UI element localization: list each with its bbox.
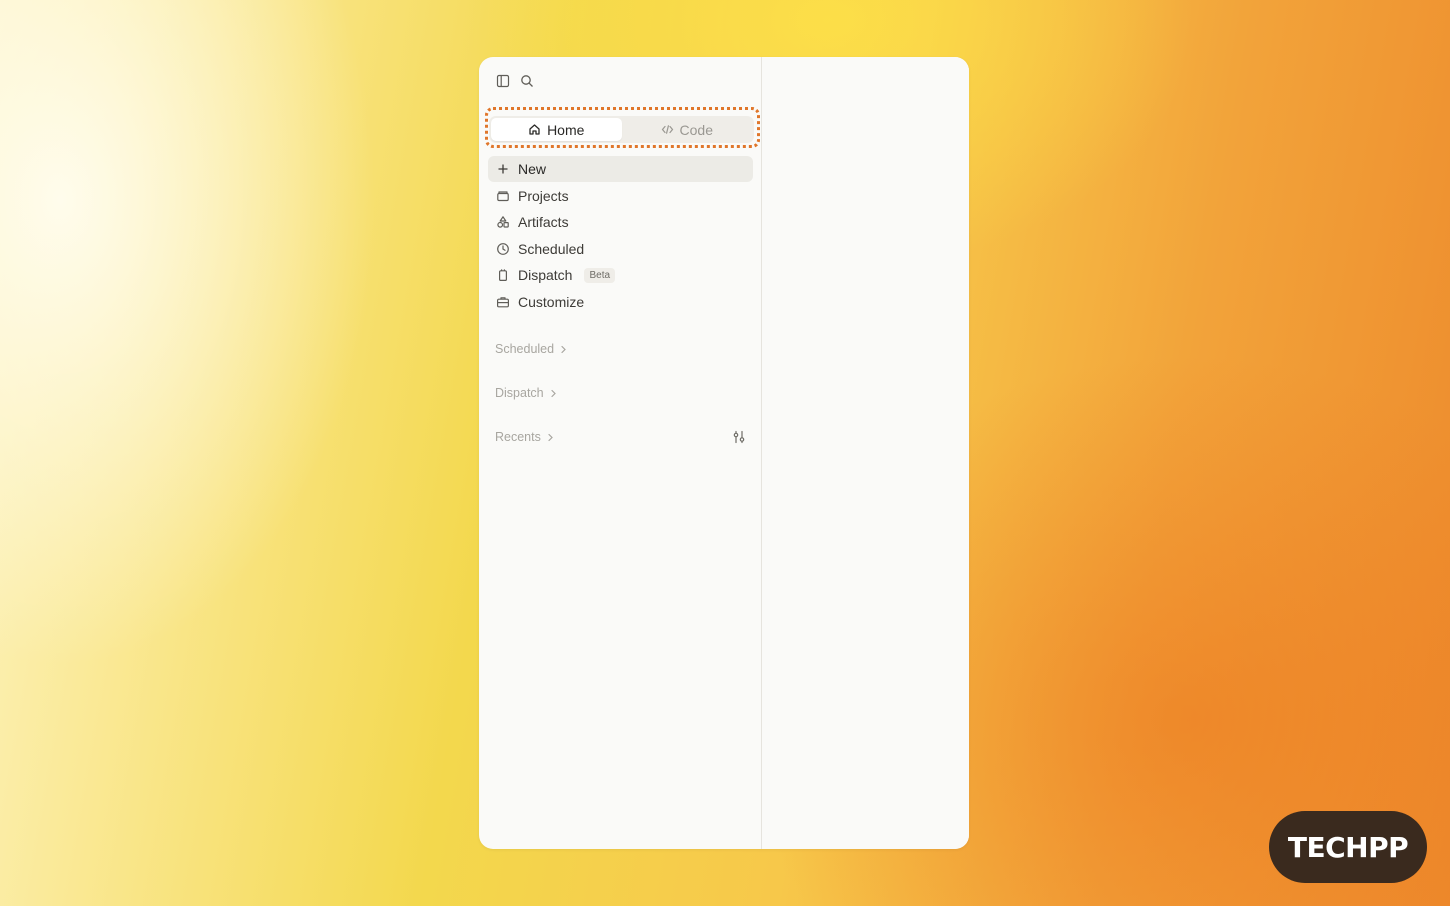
folder-icon	[497, 190, 509, 201]
sidebar-item-label: Dispatch	[518, 267, 573, 284]
tab-home-label: Home	[547, 121, 585, 138]
tab-code-label: Code	[679, 121, 713, 138]
techpp-watermark: TECHPP	[1269, 811, 1427, 883]
sidebar-toolbar	[495, 73, 535, 89]
tab-code[interactable]: Code	[622, 118, 753, 141]
section-scheduled-label: Scheduled	[495, 342, 555, 356]
filter-icon[interactable]	[731, 429, 747, 445]
beta-badge: Beta	[584, 267, 616, 283]
section-dispatch-label: Dispatch	[495, 386, 544, 400]
watermark-text: TECHPP	[1287, 830, 1409, 864]
sidebar: Home Code New Projects Artifacts Schedul…	[479, 57, 762, 849]
sidebar-item-label: Artifacts	[518, 214, 569, 231]
briefcase-icon	[497, 297, 510, 308]
shapes-icon	[497, 216, 509, 228]
app-window: Home Code New Projects Artifacts Schedul…	[479, 57, 969, 849]
sidebar-item-label: New	[518, 161, 547, 177]
plus-icon	[498, 164, 508, 174]
sidebar-item-label: Scheduled	[518, 240, 585, 257]
code-icon	[661, 125, 673, 134]
section-scheduled[interactable]: Scheduled	[495, 340, 747, 358]
main-pane	[763, 57, 969, 849]
sidebar-item-label: Projects	[518, 187, 569, 204]
section-recents[interactable]: Recents	[495, 428, 747, 446]
phone-icon	[498, 269, 508, 282]
section-recents-label: Recents	[495, 430, 541, 444]
sidebar-item-label: Customize	[518, 293, 585, 310]
clock-icon	[497, 242, 509, 255]
search-icon[interactable]	[519, 73, 535, 89]
chevron-right-icon	[549, 389, 558, 398]
sidebar-item-artifacts[interactable]: Artifacts	[488, 209, 753, 235]
tab-home[interactable]: Home	[491, 118, 622, 141]
sidebar-item-scheduled[interactable]: Scheduled	[488, 236, 753, 262]
sidebar-item-new[interactable]: New	[488, 156, 753, 182]
sidebar-panel-icon[interactable]	[495, 73, 511, 89]
chevron-right-icon	[546, 433, 555, 442]
sidebar-item-projects[interactable]: Projects	[488, 183, 753, 209]
sidebar-nav: New Projects Artifacts Scheduled Dispatc…	[488, 156, 753, 316]
home-icon	[529, 124, 540, 135]
chevron-right-icon	[559, 345, 568, 354]
mode-switch: Home Code	[489, 116, 754, 143]
sidebar-item-dispatch[interactable]: Dispatch Beta	[488, 262, 753, 288]
section-dispatch[interactable]: Dispatch	[495, 384, 747, 402]
sidebar-item-customize[interactable]: Customize	[488, 289, 753, 315]
